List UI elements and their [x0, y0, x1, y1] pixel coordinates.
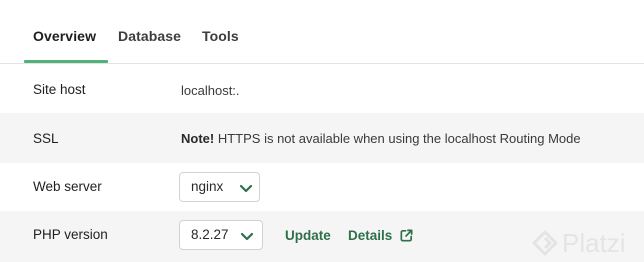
platzi-logo-icon — [532, 230, 558, 256]
platzi-watermark-text: Platzi — [562, 228, 626, 258]
update-php-link[interactable]: Update — [285, 228, 331, 243]
ssl-row: SSL Note! HTTPS is not available when us… — [0, 113, 644, 163]
php-details-link[interactable]: Details — [348, 228, 392, 243]
site-host-value: localhost:. — [181, 83, 240, 98]
ssl-label: SSL — [33, 131, 59, 146]
ssl-note: Note! HTTPS is not available when using … — [181, 131, 581, 146]
php-version-row: PHP version 8.2.27 Update Details Platzi — [0, 211, 644, 262]
tab-database[interactable]: Database — [118, 28, 181, 44]
web-server-selected-value: nginx — [191, 179, 224, 194]
ssl-note-text: HTTPS is not available when using the lo… — [217, 131, 581, 146]
web-server-row: Web server nginx — [0, 163, 644, 211]
tab-bar: Overview Database Tools — [0, 0, 644, 64]
chevron-down-icon — [240, 232, 254, 241]
web-server-select[interactable]: nginx — [179, 172, 260, 202]
ssl-note-prefix: Note! — [181, 131, 215, 146]
external-link-icon[interactable] — [399, 228, 414, 243]
php-version-label: PHP version — [33, 227, 108, 242]
tab-tools[interactable]: Tools — [202, 28, 239, 44]
tab-overview[interactable]: Overview — [33, 28, 96, 44]
platzi-watermark: Platzi — [528, 226, 644, 262]
site-host-label: Site host — [33, 82, 86, 97]
chevron-down-icon — [239, 184, 253, 193]
php-version-selected-value: 8.2.27 — [191, 227, 229, 242]
site-host-row: Site host localhost:. — [0, 65, 644, 113]
active-tab-indicator — [24, 60, 108, 63]
php-version-select[interactable]: 8.2.27 — [179, 220, 263, 250]
web-server-label: Web server — [33, 179, 102, 194]
